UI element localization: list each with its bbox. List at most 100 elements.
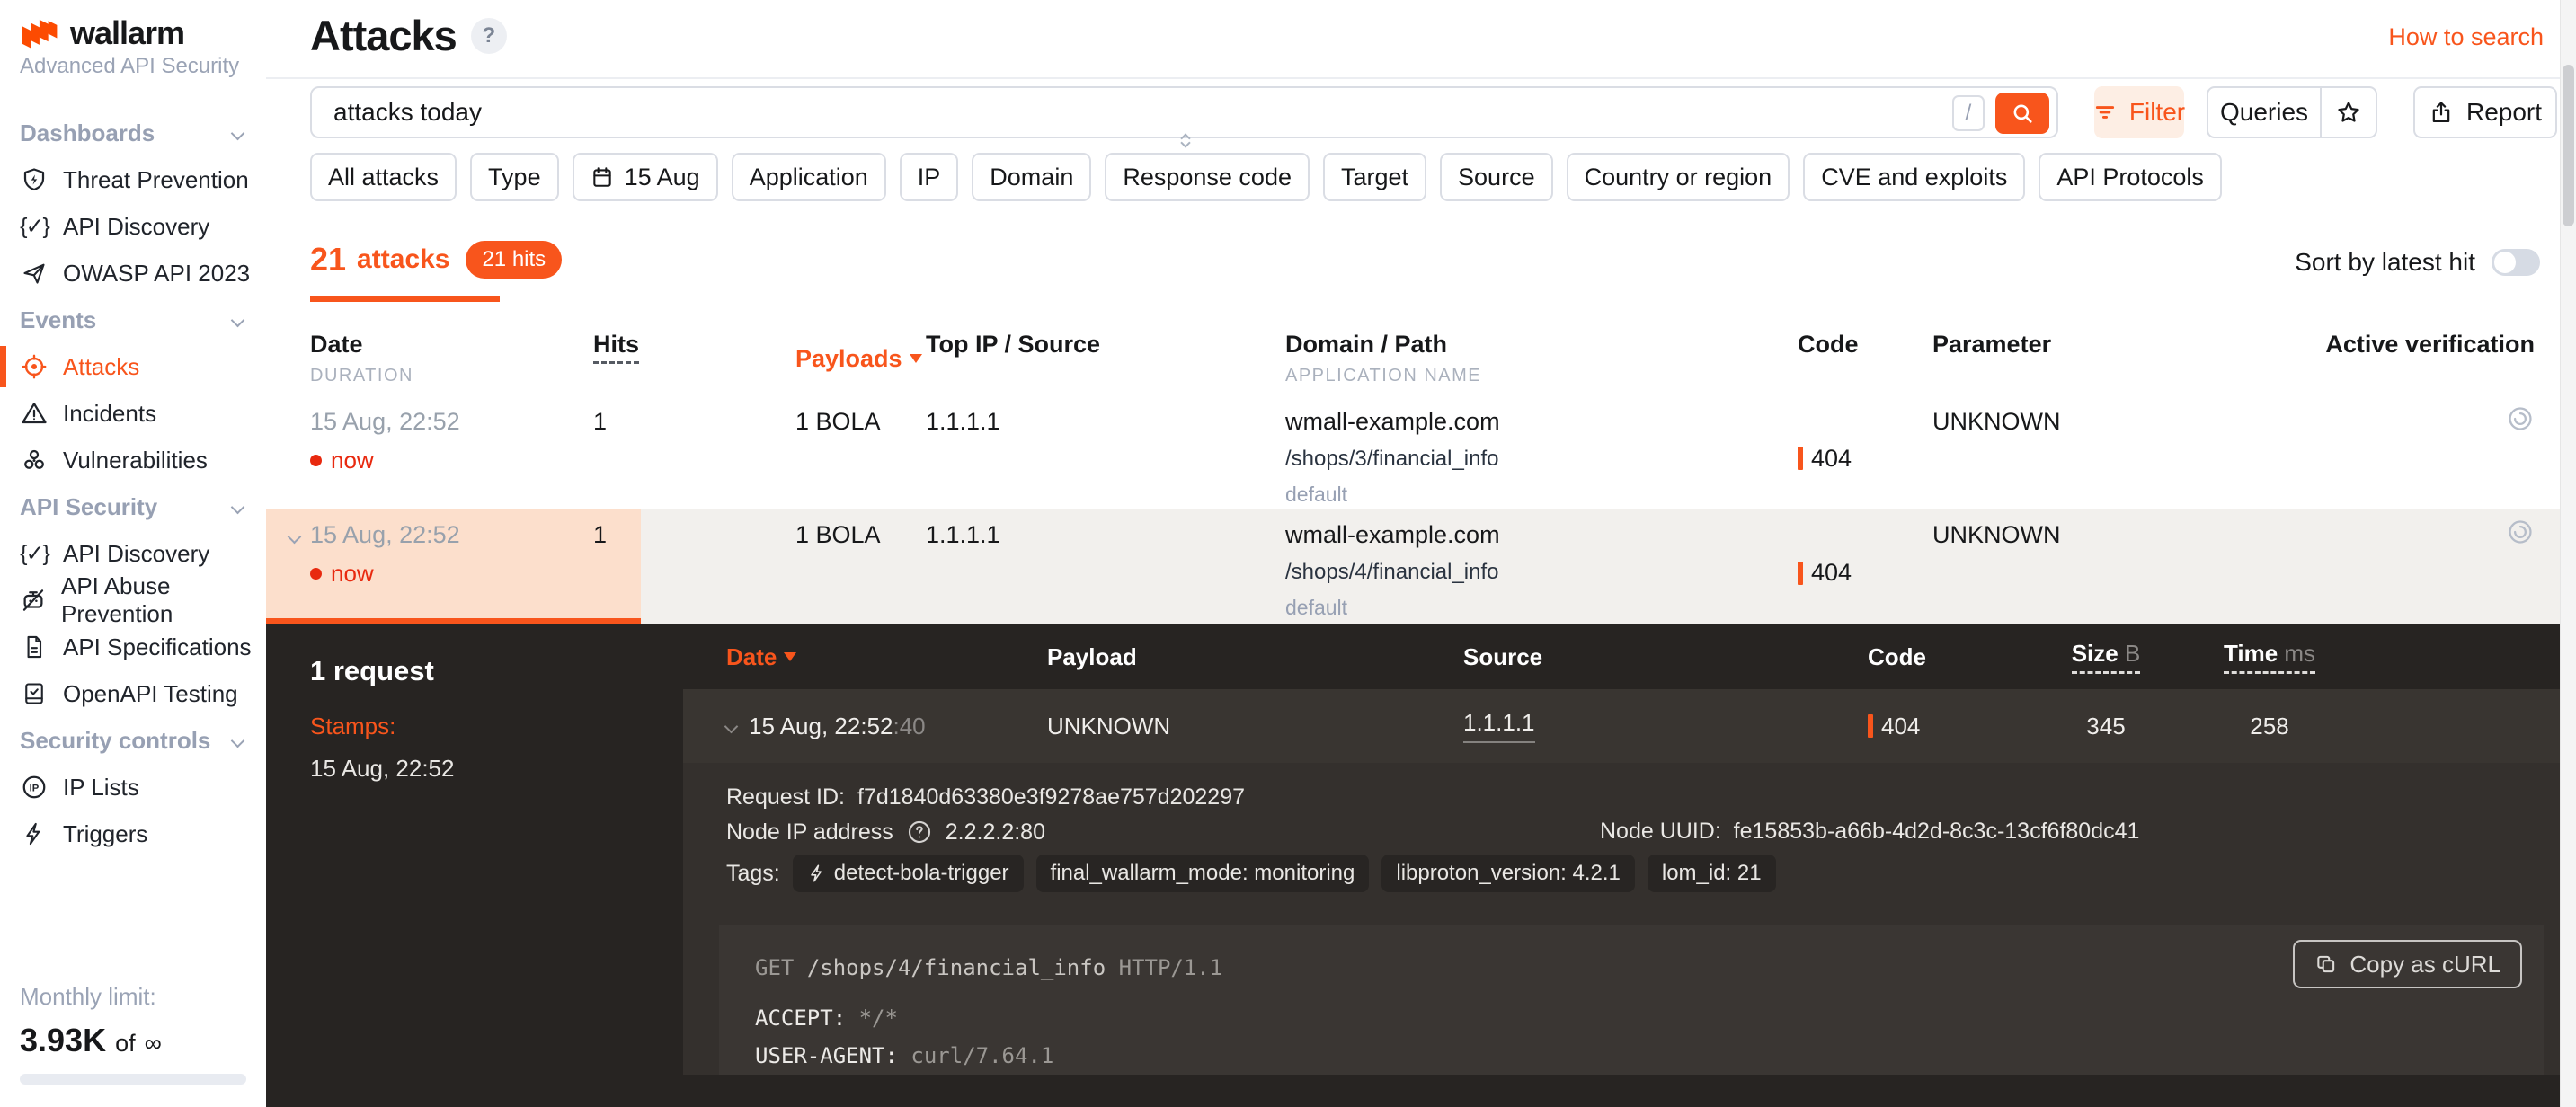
chip-api-protocols[interactable]: API Protocols (2039, 153, 2222, 201)
tag-libproton-version[interactable]: libproton_version: 4.2.1 (1381, 855, 1635, 892)
tags-line: Tags: detect-bola-trigger final_wallarm_… (726, 855, 1776, 892)
attack-domain: wmall-example.com (1285, 408, 1798, 436)
how-to-search-link[interactable]: How to search (2388, 23, 2544, 51)
tag-final-wallarm-mode[interactable]: final_wallarm_mode: monitoring (1036, 855, 1370, 892)
sidebar-section-dashboards[interactable]: Dashboards (0, 110, 266, 156)
svg-text:IP: IP (30, 784, 40, 794)
col-hits[interactable]: Hits (593, 331, 639, 364)
attack-top-ip[interactable]: 1.1.1.1 (926, 509, 1285, 624)
sidebar-item-attacks[interactable]: Attacks (0, 343, 266, 390)
sidebar-section-security-controls[interactable]: Security controls (0, 717, 266, 764)
search-button[interactable] (1995, 93, 2049, 134)
sidebar-item-api-discovery-2[interactable]: {✓} API Discovery (0, 530, 266, 577)
attack-parameter: UNKNOWN (1932, 395, 2247, 509)
sidebar-item-api-discovery[interactable]: {✓} API Discovery (0, 203, 266, 250)
request-seconds: :40 (893, 713, 925, 739)
col-time[interactable]: Time ms (2224, 640, 2315, 674)
tag-lom-id[interactable]: lom_id: 21 (1648, 855, 1776, 892)
col-payloads[interactable]: Payloads (795, 331, 926, 386)
sidebar-item-vulnerabilities[interactable]: Vulnerabilities (0, 437, 266, 483)
chip-ip[interactable]: IP (900, 153, 959, 201)
col-date[interactable]: Date (310, 331, 593, 359)
code-status-bar (1868, 714, 1873, 738)
sidebar-item-incidents[interactable]: Incidents (0, 390, 266, 437)
col-code[interactable]: Code (1868, 643, 2028, 671)
sort-toggle[interactable] (2492, 249, 2540, 276)
sidebar-item-ip-lists[interactable]: IP IP Lists (0, 764, 266, 810)
sidebar-section-events[interactable]: Events (0, 297, 266, 343)
copy-as-curl-button[interactable]: Copy as cURL (2293, 940, 2522, 988)
request-detail-panel: 1 request Stamps: 15 Aug, 22:52 Date Pay… (266, 624, 2576, 1107)
http-header-accept: ACCEPT: (755, 1005, 846, 1031)
filter-chips-row: All attacks Type 15 Aug Application IP D… (310, 153, 2222, 201)
attack-application: default (1285, 596, 1798, 620)
chevron-down-icon[interactable] (724, 719, 739, 733)
copy-icon (2314, 952, 2338, 976)
tag-detect-bola-trigger[interactable]: detect-bola-trigger (793, 855, 1024, 892)
col-domain-path[interactable]: Domain / Path (1285, 331, 1798, 359)
chip-source[interactable]: Source (1440, 153, 1553, 201)
request-count: 1 request (310, 655, 683, 687)
logo-text: wallarm (70, 14, 184, 52)
request-date: 15 Aug, 22:52 (749, 713, 893, 739)
request-source[interactable]: 1.1.1.1 (1463, 709, 1535, 743)
sidebar-item-owasp-api-2023[interactable]: OWASP API 2023 (0, 250, 266, 297)
http-protocol: HTTP/1.1 (1119, 955, 1223, 980)
http-method: GET (755, 955, 794, 980)
chip-target[interactable]: Target (1323, 153, 1426, 201)
wallarm-logo[interactable]: wallarm (20, 14, 184, 52)
sidebar-item-api-specifications[interactable]: API Specifications (0, 624, 266, 670)
col-size[interactable]: Size B (2072, 640, 2141, 674)
chip-type[interactable]: Type (470, 153, 559, 201)
report-button[interactable]: Report (2413, 86, 2557, 138)
chip-all-attacks[interactable]: All attacks (310, 153, 457, 201)
attack-when: now (331, 560, 374, 588)
sort-by-latest-hit: Sort by latest hit (2295, 248, 2540, 277)
help-icon[interactable]: ? (471, 18, 507, 54)
favorite-queries-button[interactable] (2320, 86, 2377, 138)
search-box: / (310, 86, 2058, 138)
col-date[interactable]: Date (726, 643, 1047, 671)
node-ip-value: 2.2.2.2:80 (946, 819, 1045, 846)
scrollbar-track[interactable] (2560, 0, 2576, 1107)
infinity-symbol: ∞ (145, 1030, 162, 1058)
node-ip-line: Node IP address 2.2.2.2:80 (726, 819, 1045, 846)
col-source[interactable]: Source (1463, 643, 1868, 671)
page-title: Attacks (310, 11, 457, 60)
filter-button[interactable]: Filter (2094, 86, 2184, 138)
attack-payloads: 1 BOLA (795, 395, 926, 509)
chevron-down-icon (231, 126, 245, 140)
question-circle-icon[interactable] (906, 819, 933, 846)
col-top-ip[interactable]: Top IP / Source (926, 331, 1285, 386)
col-parameter[interactable]: Parameter (1932, 331, 2247, 386)
filter-icon (2093, 101, 2117, 124)
search-input[interactable] (312, 88, 2056, 137)
chip-cve[interactable]: CVE and exploits (1803, 153, 2025, 201)
col-code[interactable]: Code (1798, 331, 1932, 386)
queries-dropdown[interactable]: Queries (2207, 86, 2322, 138)
attack-row-1[interactable]: 15 Aug, 22:52 now 1 1 BOLA 1.1.1.1 wmall… (266, 395, 2576, 509)
chip-response-code[interactable]: Response code (1105, 153, 1310, 201)
request-row[interactable]: 15 Aug, 22:52:40 UNKNOWN 1.1.1.1 404 345… (683, 689, 2576, 763)
attack-top-ip[interactable]: 1.1.1.1 (926, 395, 1285, 509)
active-verification-icon (2506, 395, 2535, 509)
chip-domain[interactable]: Domain (972, 153, 1091, 201)
chevron-down-icon (231, 733, 245, 748)
ip-circle-icon: IP (20, 773, 49, 801)
col-payload[interactable]: Payload (1047, 643, 1463, 671)
sidebar-item-threat-prevention[interactable]: Threat Prevention (0, 156, 266, 203)
sidebar-item-triggers[interactable]: Triggers (0, 810, 266, 857)
attack-row-2-expanded[interactable]: 15 Aug, 22:52 now 1 1 BOLA 1.1.1.1 wmall… (266, 509, 2576, 624)
search-resize-handle[interactable] (1172, 135, 1199, 149)
node-uuid-line: Node UUID: fe15853b-a66b-4d2d-8c3c-13cf6… (1600, 819, 2139, 845)
chip-date[interactable]: 15 Aug (573, 153, 718, 201)
scrollbar-thumb[interactable] (2563, 65, 2574, 226)
monthly-limit-progressbar (20, 1074, 246, 1085)
sidebar-item-openapi-testing[interactable]: OpenAPI Testing (0, 670, 266, 717)
chip-application[interactable]: Application (732, 153, 886, 201)
sidebar-item-api-abuse-prevention[interactable]: API Abuse Prevention (0, 577, 266, 624)
attack-hits: 1 (593, 509, 795, 624)
sidebar-section-api-security[interactable]: API Security (0, 483, 266, 530)
chip-country[interactable]: Country or region (1567, 153, 1790, 201)
document-icon (20, 633, 49, 661)
